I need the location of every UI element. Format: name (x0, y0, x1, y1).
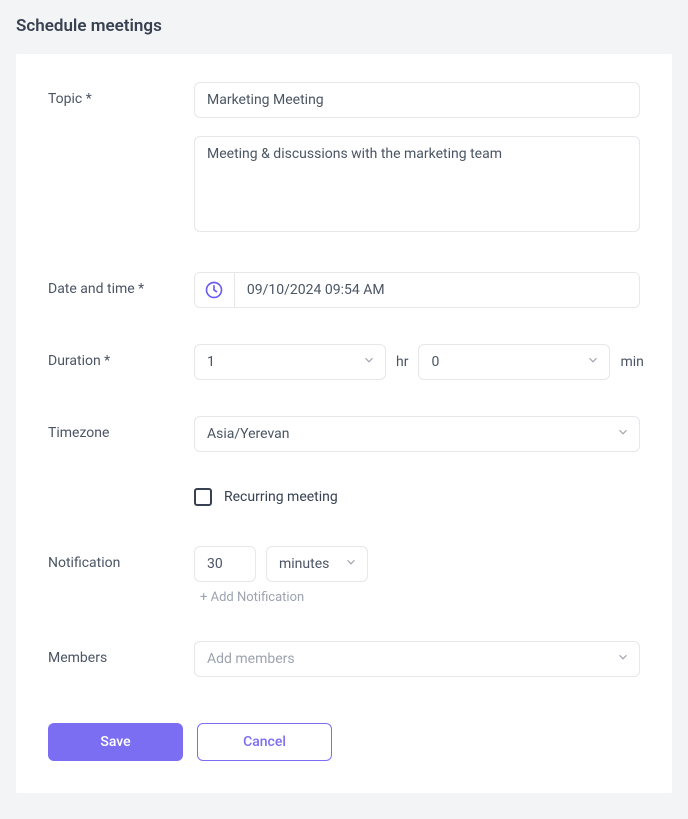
row-timezone: Timezone Asia/Yerevan (48, 416, 640, 452)
row-duration: Duration * 1 hr 0 min (48, 344, 640, 380)
duration-hr-select[interactable]: 1 (194, 344, 386, 380)
datetime-input[interactable] (235, 273, 639, 307)
recurring-checkbox[interactable] (194, 488, 212, 506)
label-members: Members (48, 641, 194, 666)
save-button[interactable]: Save (48, 723, 183, 761)
button-row: Save Cancel (48, 723, 640, 761)
cancel-button[interactable]: Cancel (197, 723, 332, 761)
description-textarea[interactable]: Meeting & discussions with the marketing… (194, 136, 640, 232)
label-topic: Topic * (48, 82, 194, 107)
page-title: Schedule meetings (0, 0, 688, 54)
datetime-input-group (194, 272, 640, 308)
label-notification: Notification (48, 546, 194, 571)
row-notification: Notification minutes + Add Notification (48, 546, 640, 605)
row-recurring: Recurring meeting (48, 488, 640, 506)
members-select[interactable]: Add members (194, 641, 640, 677)
topic-input[interactable] (194, 82, 640, 118)
unit-min: min (620, 354, 643, 370)
notification-value-input[interactable] (194, 546, 256, 582)
label-timezone: Timezone (48, 416, 194, 441)
row-description: Meeting & discussions with the marketing… (48, 136, 640, 236)
clock-icon[interactable] (195, 273, 235, 307)
row-datetime: Date and time * (48, 272, 640, 308)
recurring-label: Recurring meeting (224, 489, 338, 505)
add-notification-button[interactable]: + Add Notification (194, 590, 304, 605)
row-topic: Topic * (48, 82, 640, 118)
notification-unit-select[interactable]: minutes (266, 546, 368, 582)
duration-min-select[interactable]: 0 (418, 344, 610, 380)
schedule-form-card: Topic * Meeting & discussions with the m… (16, 54, 672, 793)
timezone-select[interactable]: Asia/Yerevan (194, 416, 640, 452)
label-duration: Duration * (48, 344, 194, 369)
row-members: Members Add members (48, 641, 640, 677)
label-datetime: Date and time * (48, 272, 194, 297)
unit-hr: hr (396, 354, 408, 370)
